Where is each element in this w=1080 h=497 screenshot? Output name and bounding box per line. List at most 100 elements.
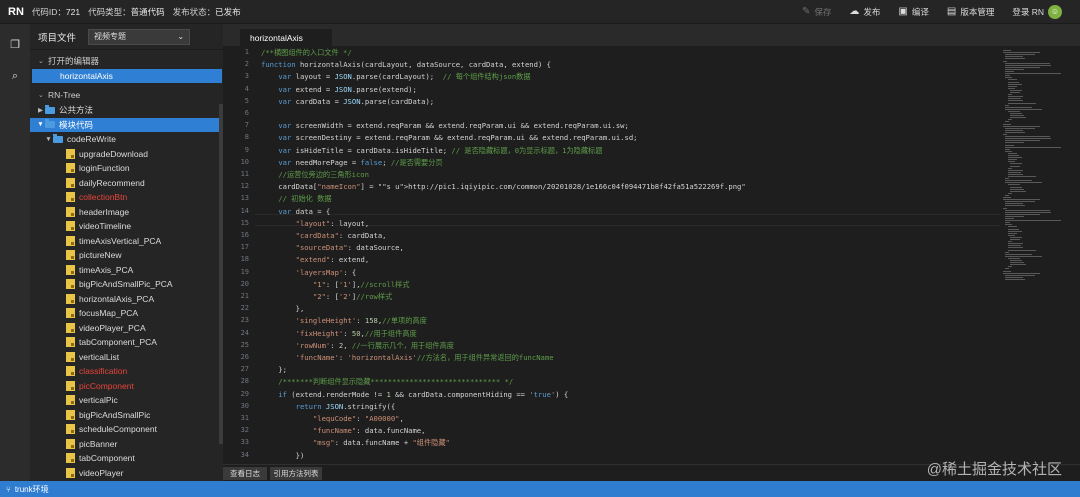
code-line: //运营位旁边的三角形icon — [278, 170, 369, 179]
js-file-icon — [66, 453, 75, 464]
minimap-line — [1005, 209, 1050, 211]
tree-file[interactable]: upgradeDownload — [30, 147, 223, 162]
compile-button[interactable]: ▣ 编译 — [898, 6, 928, 18]
tree-file-label: verticalPic — [79, 395, 118, 406]
code-line: "lequCode": "A00000", — [312, 414, 404, 423]
line-number: 15 — [240, 218, 249, 227]
avatar[interactable]: ☺ — [1048, 4, 1062, 19]
minimap-line — [1005, 215, 1025, 217]
chevron-down-icon: ⌄ — [38, 91, 44, 99]
minimap-line — [1003, 199, 1040, 201]
line-number: 8 — [244, 133, 249, 142]
rn-tree-section[interactable]: ⌄ RN-Tree — [30, 86, 223, 103]
files-icon[interactable]: ❐ — [0, 38, 30, 51]
tree-folder-common[interactable]: ▶ 公共方法 — [30, 103, 223, 118]
tree-file[interactable]: headerImage — [30, 205, 223, 220]
tree-folder-modules[interactable]: ▼ 模块代码 — [30, 117, 223, 132]
minimap-line — [1005, 182, 1043, 184]
code-line: var screenWidth = extend.reqParam && ext… — [278, 121, 629, 131]
minimap-line — [1005, 150, 1012, 152]
minimap-line — [1005, 129, 1023, 131]
tree-folder-label: 模块代码 — [59, 119, 94, 130]
tree-file-label: videoPlayer — [79, 467, 124, 478]
minimap[interactable] — [1003, 46, 1073, 286]
tree-file[interactable]: picBanner — [30, 437, 223, 452]
code-line: }) — [261, 450, 305, 460]
code-area[interactable]: /**横图组件的入口文件 */ function horizontalAxis(c… — [261, 46, 1001, 464]
minimap-line — [1005, 194, 1010, 196]
tree-file[interactable]: timeAxis_PCA — [30, 263, 223, 278]
minimap-line — [1005, 54, 1035, 56]
tree-file[interactable]: videoPlayer — [30, 466, 223, 481]
minimap-line — [1010, 113, 1022, 114]
search-icon[interactable]: ⌕ — [0, 70, 30, 83]
minimap-line — [1007, 226, 1018, 228]
tree-file-label: horizontalAxis_PCA — [79, 293, 155, 304]
tree-file[interactable]: collectionBtn — [30, 190, 223, 205]
js-file-icon — [66, 177, 75, 188]
minimap-line — [1005, 268, 1010, 270]
minimap-line — [1005, 144, 1014, 146]
minimap-line — [1007, 192, 1012, 194]
minimap-line — [1005, 218, 1014, 219]
tab-method-references[interactable]: 引用方法列表 — [270, 467, 322, 480]
minimap-line — [1010, 264, 1027, 266]
minimap-line — [1007, 98, 1021, 100]
minimap-line — [1007, 266, 1012, 268]
tree-file[interactable]: scheduleComponent — [30, 422, 223, 437]
tree-folder-coderewrite[interactable]: ▼ codeReWrite — [30, 132, 223, 147]
login-link[interactable]: 登录 RN — [1012, 6, 1044, 18]
minimap-line — [1003, 207, 1007, 209]
tree-file[interactable]: classification — [30, 364, 223, 379]
publish-button[interactable]: ☁ 发布 — [849, 6, 880, 18]
code-line: var data = { — [278, 206, 331, 216]
minimap-line — [1005, 203, 1023, 205]
tree-file[interactable]: picComponent — [30, 379, 223, 394]
minimap-line — [1003, 134, 1007, 135]
tree-file[interactable]: focusMap_PCA — [30, 306, 223, 321]
line-number: 29 — [240, 389, 249, 398]
tree-file[interactable]: pictureNew — [30, 248, 223, 263]
code-editor[interactable]: 1 2 3 4 5 6 7 8 9 10 11 12 13 14 15 16 17 18 19 20 21 22 23 24 2… — [223, 46, 1080, 464]
line-number: 30 — [240, 401, 249, 410]
code-line: "sourceData": dataSource, — [295, 243, 404, 253]
minimap-line — [1007, 234, 1016, 236]
tree-file[interactable]: timeAxisVertical_PCA — [30, 234, 223, 249]
js-file-icon — [66, 279, 75, 290]
tree-file[interactable]: bigPicAndSmallPic — [30, 408, 223, 423]
code-line: 'rowNum': 2, //一行展示几个，用于组件高度 — [295, 340, 454, 350]
code-line: "extend": extend, — [295, 255, 370, 265]
tree-file[interactable]: loginFunction — [30, 161, 223, 176]
branch-label[interactable]: trunk环境 — [15, 484, 49, 495]
save-button[interactable]: ✎ 保存 — [802, 6, 831, 18]
version-button[interactable]: ▤ 版本管理 — [947, 6, 994, 18]
minimap-line — [1007, 119, 1012, 121]
tree-file[interactable]: horizontalAxis_PCA — [30, 292, 223, 307]
tree-file[interactable]: videoTimeline — [30, 219, 223, 234]
open-editor-item[interactable]: horizontalAxis — [32, 69, 222, 83]
minimap-line — [1007, 241, 1012, 243]
code-id-value: 721 — [65, 6, 81, 17]
tree-file[interactable]: bigPicAndSmallPic_PCA — [30, 277, 223, 292]
line-number: 20 — [240, 279, 249, 288]
minimap-line — [1005, 131, 1026, 133]
open-editors-section[interactable]: ⌄ 打开的编辑器 — [30, 52, 223, 69]
tree-file[interactable]: verticalPic — [30, 393, 223, 408]
tree-file[interactable]: tabComponent_PCA — [30, 335, 223, 350]
tree-file[interactable]: tabComponent — [30, 451, 223, 466]
tree-file[interactable]: verticalList — [30, 350, 223, 365]
tab-horizontalaxis[interactable]: horizontalAxis — [240, 29, 332, 46]
code-line: 'layersMap': { — [295, 267, 357, 277]
editor-tabbar: horizontalAxis — [223, 24, 1080, 46]
tree-file[interactable]: dailyRecommend — [30, 176, 223, 191]
project-dropdown[interactable]: 视频专题 ⌄ — [88, 28, 191, 45]
code-line: "msg": data.funcName + "组件隐藏" — [312, 438, 450, 448]
minimap-line — [1005, 180, 1033, 182]
code-line: /**横图组件的入口文件 */ — [261, 48, 352, 57]
js-file-icon — [66, 235, 75, 246]
tree-file[interactable]: videoPlayer_PCA — [30, 321, 223, 336]
tab-view-log[interactable]: 查看日志 — [223, 467, 267, 480]
minimap-line — [1005, 121, 1010, 123]
rn-tree-label: RN-Tree — [48, 89, 81, 100]
line-number: 1 — [244, 48, 249, 56]
